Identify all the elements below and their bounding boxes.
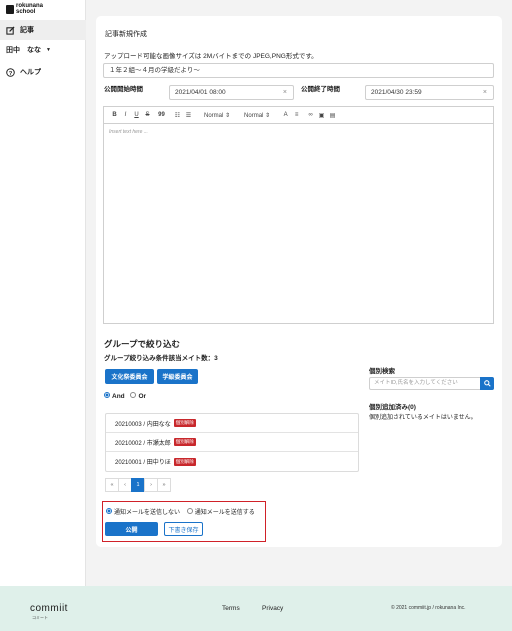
bullet-list-icon[interactable]: ☰ [183,112,194,119]
footer-brand: commiit [30,603,68,614]
rich-text-editor[interactable]: Insert text here ... [103,123,494,324]
radio-checked-icon [104,392,110,399]
end-time-input[interactable]: 2021/04/30 23:59 × [365,85,494,100]
clear-end-icon[interactable]: × [483,86,487,99]
sidebar-item-help[interactable]: ? ヘルプ [0,62,86,82]
header-select[interactable]: Normal ⇕ [200,112,234,119]
text-color-icon[interactable]: A [280,112,291,118]
upload-note: アップロード可能な画像サイズは 2Mバイトまでの JPEG,PNG形式です。 [104,53,318,60]
and-radio[interactable]: And [104,392,125,400]
and-or-radio-group: And Or [104,392,147,400]
mail-yes-label: 通知メールを送信する [194,510,255,516]
sidebar-item-label: ヘルプ [20,69,41,76]
and-label: And [112,393,125,400]
link-icon[interactable]: ∞ [305,112,316,118]
or-label: Or [138,393,147,400]
individual-empty-text: 個別追加されているメイトはいません。 [369,415,477,421]
member-list: 20210003 / 内田なな 個別解除 20210002 / 市瀬太郎 個別解… [105,413,359,472]
member-search-input[interactable]: メイトID,氏名を入力してください [369,377,494,390]
mail-no-label: 通知メールを送信しない [114,510,181,516]
group-count-text: グループ絞り込み条件該当メイト数：3 [104,355,218,362]
sidebar-item-label: 記事 [20,27,34,34]
search-icon [483,380,491,387]
editor-placeholder: Insert text here ... [109,129,148,135]
mail-yes-radio[interactable]: 通知メールを送信する [186,508,255,516]
publish-actions-box: 通知メールを送信しない 通知メールを送信する 公開 下書き保存 [102,501,266,542]
image-icon[interactable]: ▣ [316,112,327,119]
privacy-link[interactable]: Privacy [262,605,283,612]
chevron-down-icon: ▼ [46,47,51,53]
page-first-button[interactable]: « [105,478,119,492]
start-time-input[interactable]: 2021/04/01 08:00 × [169,85,294,100]
header-select-value: Normal [204,112,224,119]
individual-remove-tag[interactable]: 個別解除 [173,457,196,466]
publish-button[interactable]: 公開 [105,522,158,536]
save-draft-button[interactable]: 下書き保存 [164,522,203,536]
bold-button[interactable]: B [109,112,120,118]
footer-brand-sub: コミート [32,615,48,620]
page-last-button[interactable]: » [157,478,171,492]
edit-icon [6,25,15,35]
logo-line2: school [16,9,36,15]
pagination: « ‹ 1 › » [105,478,171,492]
group-button-culture-festival[interactable]: 文化祭委員会 [105,369,154,384]
list-item: 20210001 / 田中りほ 個別解除 [106,452,358,471]
individual-added-label: 個別追加済み(0) [369,404,416,411]
mail-radio-group: 通知メールを送信しない 通知メールを送信する [106,507,255,516]
sidebar: rokunana school 記事 田中 なな ▼ ? ヘルプ [0,0,86,586]
individual-remove-tag[interactable]: 個別解除 [173,419,196,427]
member-name: 20210001 / 田中りほ [115,460,171,466]
article-form-card: 記事新規作成 アップロード可能な画像サイズは 2Mバイトまでの JPEG,PNG… [96,16,502,547]
logo-mark-icon [6,4,14,14]
list-item: 20210003 / 内田なな 個別解除 [106,414,358,433]
user-name: 田中 なな [6,47,41,54]
footer: commiit コミート Terms Privacy © 2021 commii… [0,586,512,631]
quote-button[interactable]: 99 [156,112,167,118]
radio-unchecked-icon [130,392,137,399]
video-icon[interactable]: ▤ [327,112,338,119]
svg-text:?: ? [9,70,13,76]
mail-no-radio[interactable]: 通知メールを送信しない [106,508,181,516]
page-prev-button[interactable]: ‹ [118,478,132,492]
radio-unchecked-icon [186,508,193,515]
individual-remove-tag[interactable]: 個別解除 [173,438,196,446]
radio-checked-icon [106,508,112,515]
start-time-label: 公開開始時間 [104,86,143,93]
ordered-list-icon[interactable]: ☷ [172,112,183,119]
size-select-value: Normal [244,112,264,119]
help-icon: ? [6,67,15,77]
underline-button[interactable]: U [131,112,142,118]
copyright: © 2021 commiit.jp / rokunana Inc. [391,605,466,611]
group-button-class-committee[interactable]: 学級委員会 [157,369,198,384]
italic-button[interactable]: I [120,112,131,118]
sidebar-item-user-menu[interactable]: 田中 なな ▼ [0,40,86,60]
search-button[interactable] [480,377,494,390]
strike-button[interactable]: S [142,112,153,118]
size-select[interactable]: Normal ⇕ [240,112,274,119]
or-radio[interactable]: Or [130,392,147,400]
page-title: 記事新規作成 [105,31,147,38]
group-filter-heading: グループで絞り込む [104,339,180,349]
member-name: 20210002 / 市瀬太郎 [115,440,171,447]
clear-start-icon[interactable]: × [283,86,287,99]
align-icon[interactable]: ≡ [291,112,302,118]
editor-toolbar: B I U S 99 ☷ ☰ Normal ⇕ Normal ⇕ A ≡ ∞ ▣… [103,106,494,123]
logo[interactable]: rokunana school [6,3,43,15]
list-item: 20210002 / 市瀬太郎 個別解除 [106,433,358,452]
page-next-button[interactable]: › [144,478,158,492]
start-time-value: 2021/04/01 08:00 [175,89,226,96]
page-1-button[interactable]: 1 [131,478,145,492]
sidebar-item-articles[interactable]: 記事 [0,20,86,40]
end-time-label: 公開終了時間 [301,86,340,93]
end-time-value: 2021/04/30 23:59 [371,89,422,96]
individual-search-heading: 個別検索 [369,368,395,375]
article-title-input[interactable]: １年２組〜４月の学級だより〜 [103,63,494,78]
terms-link[interactable]: Terms [222,605,240,612]
member-name: 20210003 / 内田なな [115,421,171,428]
